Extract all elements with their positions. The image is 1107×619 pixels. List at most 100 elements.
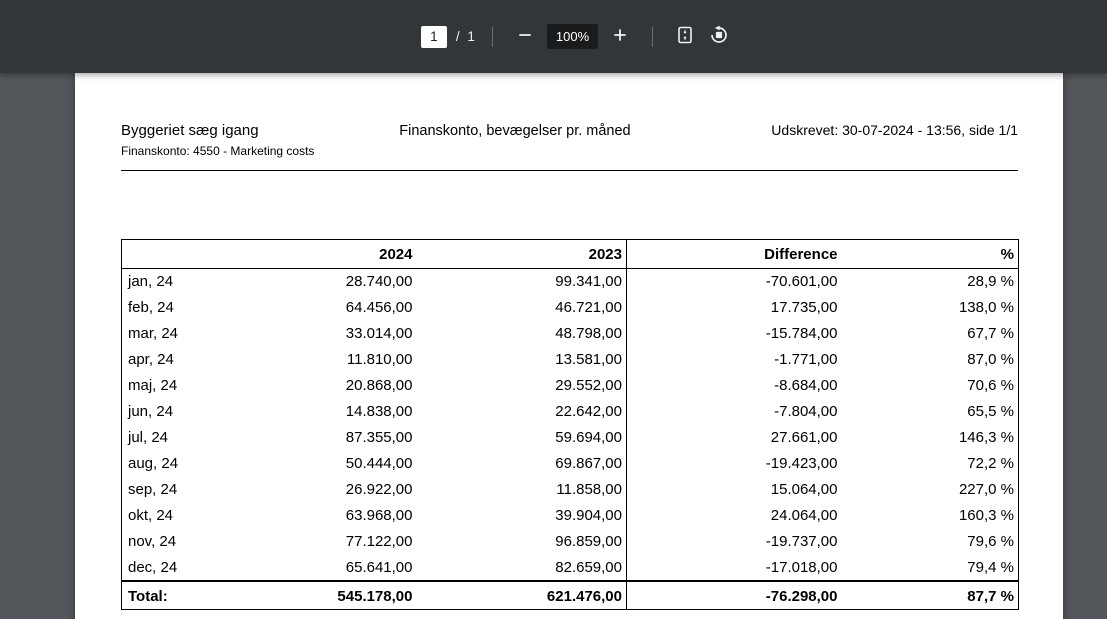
value-cell: 79,6 % bbox=[842, 529, 1019, 555]
value-cell: 65,5 % bbox=[842, 399, 1019, 425]
column-header-difference: Difference bbox=[627, 240, 842, 269]
value-cell: 20.868,00 bbox=[222, 373, 417, 399]
value-cell: -19.737,00 bbox=[627, 529, 842, 555]
column-header-percent: % bbox=[842, 240, 1019, 269]
report-header: Byggeriet sæg igang Finanskonto, bevægel… bbox=[121, 121, 1018, 141]
value-cell: 138,0 % bbox=[842, 295, 1019, 321]
toolbar-separator bbox=[652, 27, 653, 47]
value-cell: 72,2 % bbox=[842, 451, 1019, 477]
value-cell: 28.740,00 bbox=[222, 269, 417, 295]
report-title: Finanskonto, bevægelser pr. måned bbox=[399, 122, 630, 141]
table-row: jun, 2414.838,0022.642,00-7.804,0065,5 % bbox=[122, 399, 1019, 425]
value-cell: 69.867,00 bbox=[417, 451, 627, 477]
table-header-row: 2024 2023 Difference % bbox=[122, 240, 1019, 269]
document-scroll-area[interactable]: Byggeriet sæg igang Finanskonto, bevægel… bbox=[0, 73, 1107, 619]
value-cell: 11.858,00 bbox=[417, 477, 627, 503]
value-cell: -1.771,00 bbox=[627, 347, 842, 373]
value-cell: 28,9 % bbox=[842, 269, 1019, 295]
account-line: Finanskonto: 4550 - Marketing costs bbox=[121, 144, 1018, 159]
value-cell: 15.064,00 bbox=[627, 477, 842, 503]
month-cell: mar, 24 bbox=[122, 321, 222, 347]
value-cell: 87.355,00 bbox=[222, 425, 417, 451]
month-cell: feb, 24 bbox=[122, 295, 222, 321]
value-cell: 39.904,00 bbox=[417, 503, 627, 529]
toolbar-separator bbox=[492, 27, 493, 47]
table-row: nov, 2477.122,0096.859,00-19.737,0079,6 … bbox=[122, 529, 1019, 555]
value-cell: 14.838,00 bbox=[222, 399, 417, 425]
value-cell: -7.804,00 bbox=[627, 399, 842, 425]
value-cell: 27.661,00 bbox=[627, 425, 842, 451]
report-table: 2024 2023 Difference % jan, 2428.740,009… bbox=[121, 239, 1019, 610]
total-2024: 545.178,00 bbox=[222, 581, 417, 610]
month-cell: jun, 24 bbox=[122, 399, 222, 425]
value-cell: 146,3 % bbox=[842, 425, 1019, 451]
month-cell: okt, 24 bbox=[122, 503, 222, 529]
value-cell: -19.423,00 bbox=[627, 451, 842, 477]
value-cell: 70,6 % bbox=[842, 373, 1019, 399]
month-cell: jul, 24 bbox=[122, 425, 222, 451]
pdf-viewer: / 1 100% bbox=[0, 0, 1107, 619]
plus-icon bbox=[610, 25, 630, 48]
month-cell: apr, 24 bbox=[122, 347, 222, 373]
total-difference: -76.298,00 bbox=[627, 581, 842, 610]
month-cell: sep, 24 bbox=[122, 477, 222, 503]
rotate-button[interactable] bbox=[702, 20, 736, 54]
month-cell: aug, 24 bbox=[122, 451, 222, 477]
zoom-out-button[interactable] bbox=[508, 20, 542, 54]
rotate-counterclockwise-icon bbox=[709, 25, 729, 48]
page-number-input[interactable] bbox=[421, 26, 447, 48]
value-cell: 65.641,00 bbox=[222, 555, 417, 581]
column-header-month bbox=[122, 240, 222, 269]
zoom-in-button[interactable] bbox=[603, 20, 637, 54]
value-cell: 64.456,00 bbox=[222, 295, 417, 321]
pdf-toolbar: / 1 100% bbox=[0, 0, 1107, 73]
value-cell: 82.659,00 bbox=[417, 555, 627, 581]
value-cell: 22.642,00 bbox=[417, 399, 627, 425]
value-cell: 50.444,00 bbox=[222, 451, 417, 477]
column-header-2024: 2024 bbox=[222, 240, 417, 269]
fit-to-page-icon bbox=[675, 25, 695, 48]
value-cell: 96.859,00 bbox=[417, 529, 627, 555]
table-total-row: Total: 545.178,00 621.476,00 -76.298,00 … bbox=[122, 581, 1019, 610]
total-percent: 87,7 % bbox=[842, 581, 1019, 610]
pdf-page: Byggeriet sæg igang Finanskonto, bevægel… bbox=[75, 73, 1063, 619]
month-cell: dec, 24 bbox=[122, 555, 222, 581]
header-divider bbox=[121, 170, 1018, 171]
table-row: jul, 2487.355,0059.694,0027.661,00146,3 … bbox=[122, 425, 1019, 451]
zoom-level[interactable]: 100% bbox=[547, 24, 598, 49]
value-cell: -17.018,00 bbox=[627, 555, 842, 581]
table-row: sep, 2426.922,0011.858,0015.064,00227,0 … bbox=[122, 477, 1019, 503]
value-cell: 29.552,00 bbox=[417, 373, 627, 399]
value-cell: 77.122,00 bbox=[222, 529, 417, 555]
table-row: aug, 2450.444,0069.867,00-19.423,0072,2 … bbox=[122, 451, 1019, 477]
value-cell: 26.922,00 bbox=[222, 477, 417, 503]
page-divider: / bbox=[456, 29, 462, 44]
value-cell: 13.581,00 bbox=[417, 347, 627, 373]
page-total: 1 bbox=[467, 29, 477, 44]
table-row: mar, 2433.014,0048.798,00-15.784,0067,7 … bbox=[122, 321, 1019, 347]
value-cell: -70.601,00 bbox=[627, 269, 842, 295]
value-cell: -15.784,00 bbox=[627, 321, 842, 347]
value-cell: 160,3 % bbox=[842, 503, 1019, 529]
table-row: jan, 2428.740,0099.341,00-70.601,0028,9 … bbox=[122, 269, 1019, 295]
month-cell: nov, 24 bbox=[122, 529, 222, 555]
value-cell: 24.064,00 bbox=[627, 503, 842, 529]
table-row: dec, 2465.641,0082.659,00-17.018,0079,4 … bbox=[122, 555, 1019, 581]
page-count-label: / 1 bbox=[456, 29, 477, 44]
total-label: Total: bbox=[122, 581, 222, 610]
month-cell: maj, 24 bbox=[122, 373, 222, 399]
table-row: maj, 2420.868,0029.552,00-8.684,0070,6 % bbox=[122, 373, 1019, 399]
value-cell: 59.694,00 bbox=[417, 425, 627, 451]
value-cell: 79,4 % bbox=[842, 555, 1019, 581]
table-row: feb, 2464.456,0046.721,0017.735,00138,0 … bbox=[122, 295, 1019, 321]
value-cell: -8.684,00 bbox=[627, 373, 842, 399]
column-header-2023: 2023 bbox=[417, 240, 627, 269]
toolbar-controls: / 1 100% bbox=[421, 20, 736, 54]
value-cell: 87,0 % bbox=[842, 347, 1019, 373]
value-cell: 63.968,00 bbox=[222, 503, 417, 529]
value-cell: 17.735,00 bbox=[627, 295, 842, 321]
value-cell: 48.798,00 bbox=[417, 321, 627, 347]
value-cell: 33.014,00 bbox=[222, 321, 417, 347]
fit-page-button[interactable] bbox=[668, 20, 702, 54]
value-cell: 11.810,00 bbox=[222, 347, 417, 373]
